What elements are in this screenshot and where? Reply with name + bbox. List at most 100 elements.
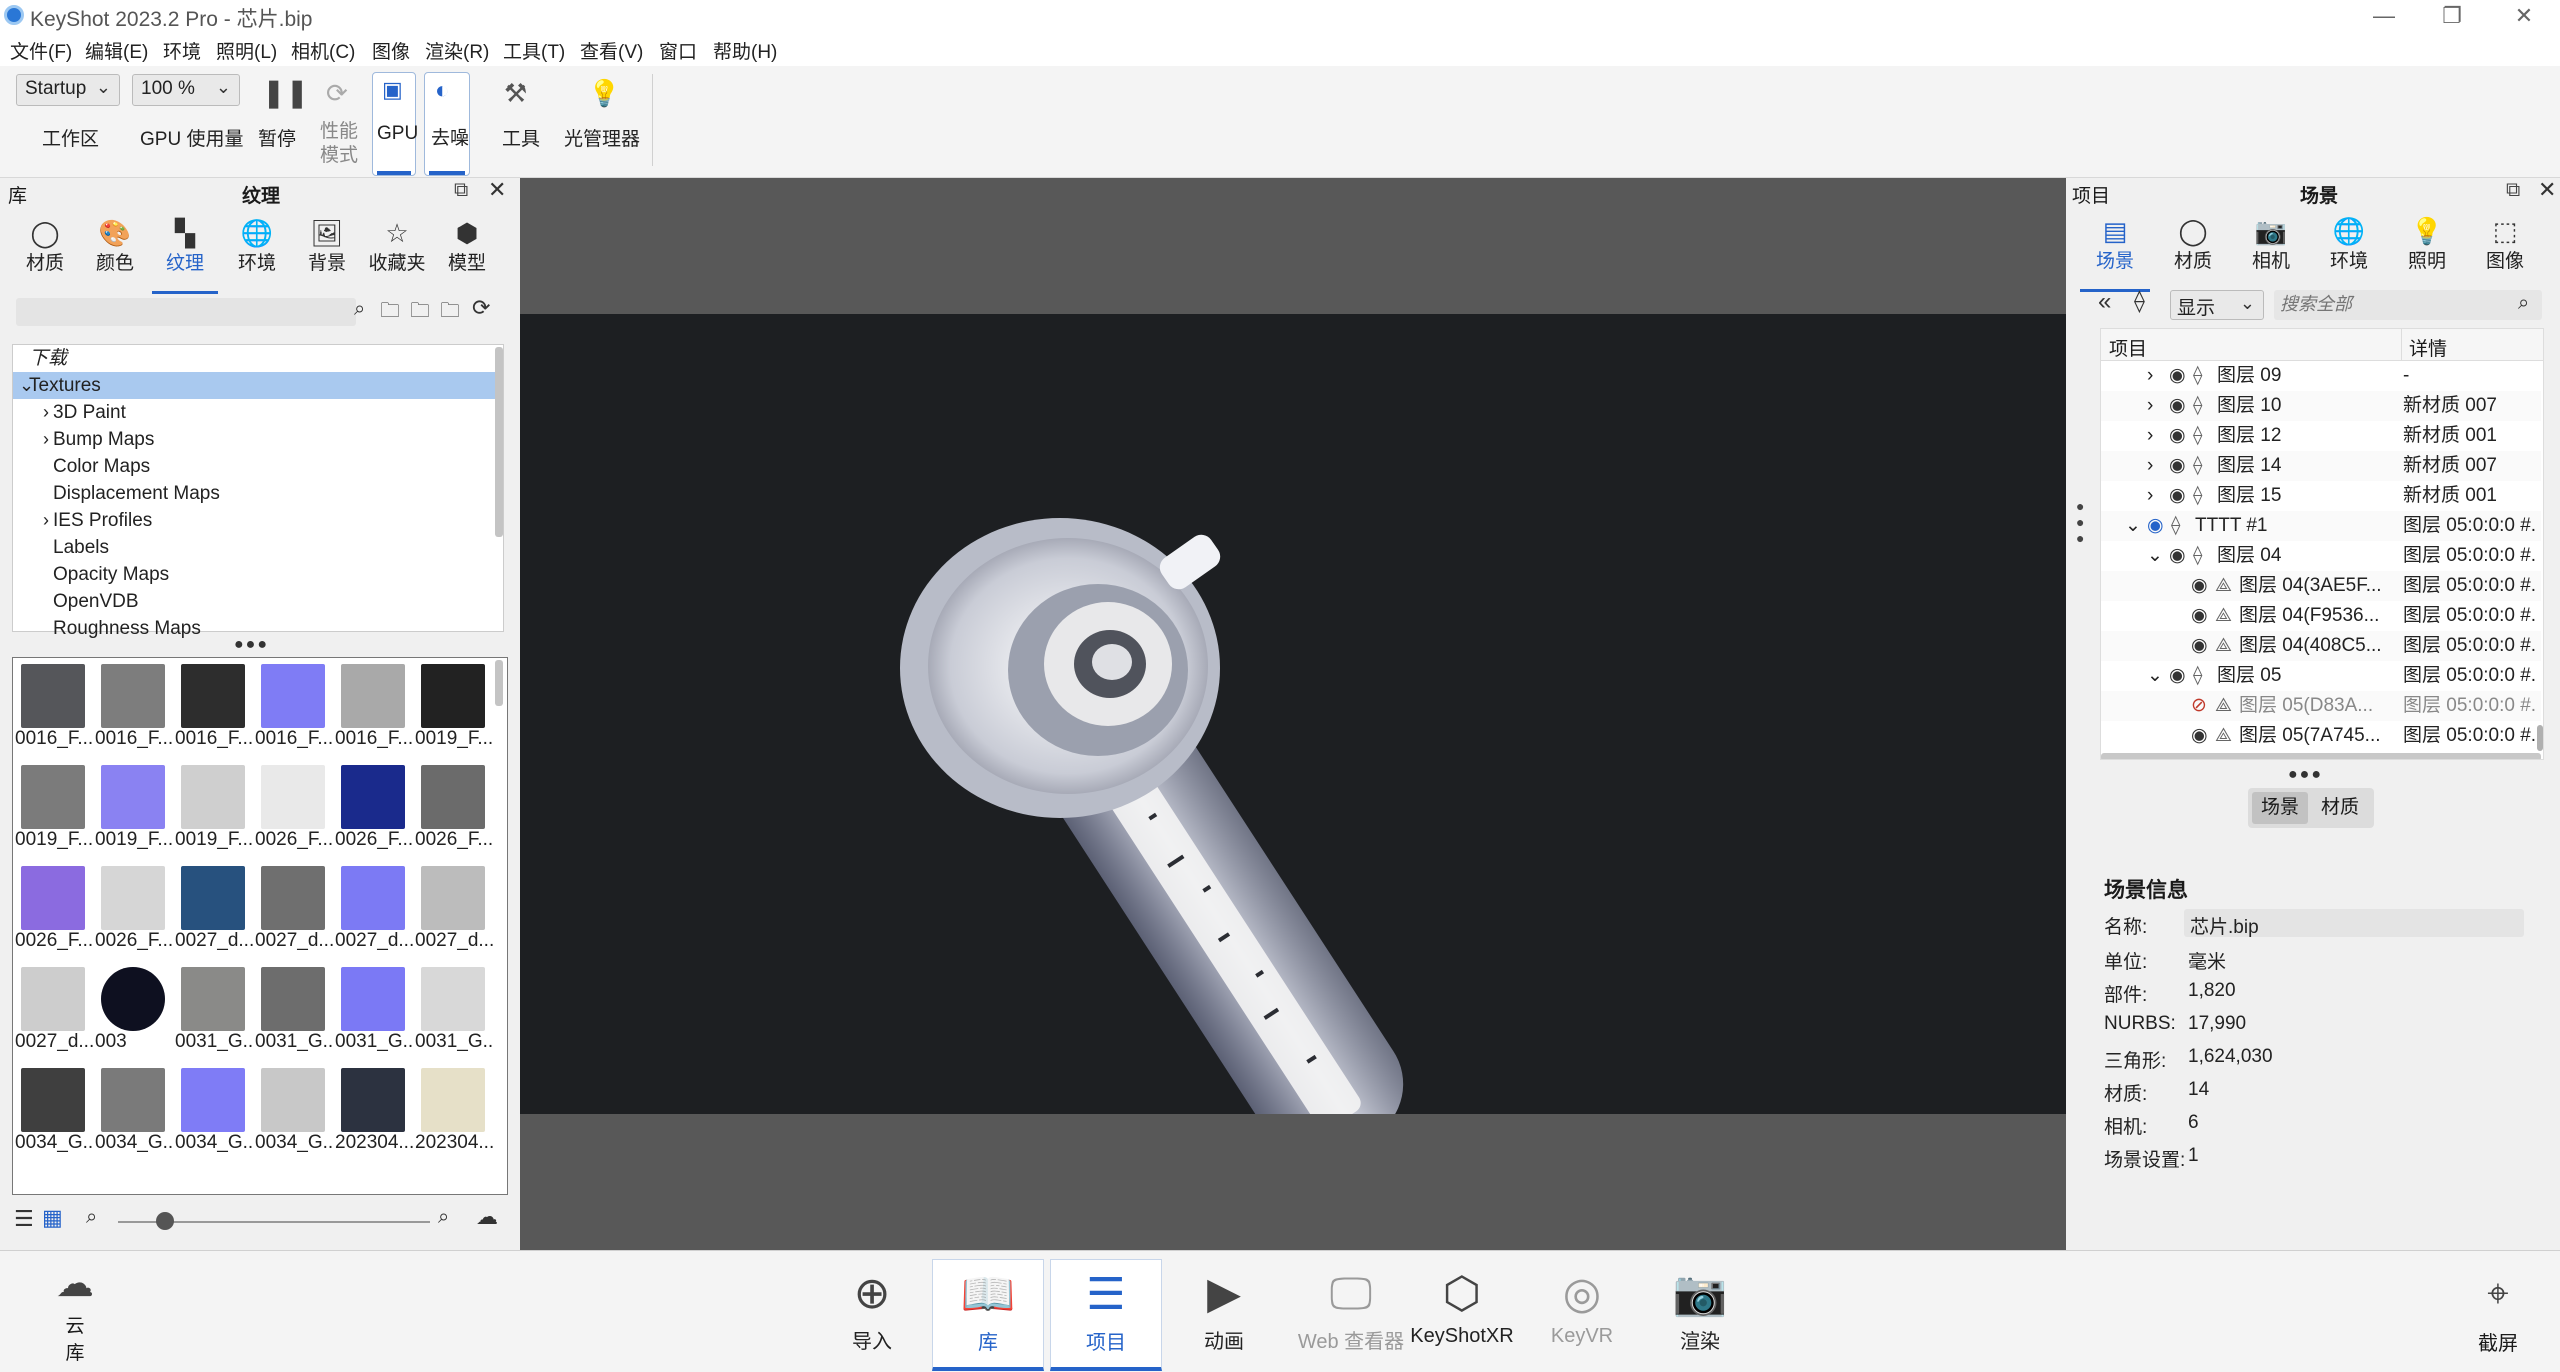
texture-thumbnail[interactable]: 0031_G... <box>335 967 415 1053</box>
texture-thumbnail[interactable]: 0031_G... <box>255 967 335 1053</box>
tools-button[interactable]: ⚒ 工具 <box>490 70 550 174</box>
eye-visible-icon[interactable]: ◉ <box>2191 721 2208 751</box>
scene-tree-row[interactable]: ⌄ ◉ ⟠ 图层 05 图层 05:0:0:0 #. <box>2101 661 2541 691</box>
menu-window[interactable]: 窗口 <box>659 37 697 64</box>
texture-thumbnail[interactable]: 0027_d... <box>255 866 335 952</box>
tab-models[interactable]: ⬢ 模型 <box>434 218 500 275</box>
texture-thumbnail[interactable]: 003 <box>95 967 175 1053</box>
texture-thumbnail[interactable]: 0026_F... <box>15 866 95 952</box>
render-viewport[interactable] <box>520 178 2066 1250</box>
chevron-right-icon[interactable]: › <box>2147 361 2153 391</box>
chevron-down-icon[interactable]: ⌄ <box>2125 511 2141 541</box>
texture-thumbnail[interactable]: 202304... <box>335 1068 415 1154</box>
workspace-select[interactable]: Startup ⌄ <box>16 74 120 106</box>
scene-vscrollbar[interactable] <box>2537 725 2543 751</box>
eye-visible-icon[interactable]: ◉ <box>2169 541 2186 571</box>
scene-tree-row[interactable]: ◉ ⟁ 图层 05(7A745... 图层 05:0:0:0 #. <box>2101 721 2541 751</box>
screenshot-button[interactable]: ⌖ 截屏 <box>2456 1261 2540 1369</box>
texture-thumbnail[interactable]: 0027_d... <box>335 866 415 952</box>
menu-help[interactable]: 帮助(H) <box>713 37 777 64</box>
chevron-right-icon[interactable]: › <box>2147 481 2153 511</box>
import-button[interactable]: ⊕ 导入 <box>816 1259 928 1371</box>
chevron-down-icon[interactable]: ⌄ <box>2147 541 2163 571</box>
eye-visible-icon[interactable]: ◉ <box>2191 601 2208 631</box>
texture-thumbnail[interactable]: 0027_d... <box>175 866 255 952</box>
folder-import-icon[interactable]: 🗀 <box>380 296 400 330</box>
tab-lighting[interactable]: 💡 照明 <box>2392 216 2462 273</box>
scene-hscrollbar[interactable] <box>2101 753 2541 759</box>
tree-item[interactable]: Displacement Maps <box>13 480 495 507</box>
tab-materials[interactable]: ◯ 材质 <box>12 218 78 275</box>
scene-tree-row[interactable]: ◉ ⟁ 图层 04(3AE5F... 图层 05:0:0:0 #. <box>2101 571 2541 601</box>
display-filter-select[interactable]: 显示 ⌄ <box>2170 290 2264 320</box>
gpu-usage-select[interactable]: 100 % ⌄ <box>132 74 240 106</box>
panel-close-icon[interactable]: ✕ <box>488 177 506 203</box>
scene-tree-row[interactable]: ◉ ⟁ 图层 04(408C5... 图层 05:0:0:0 #. <box>2101 631 2541 661</box>
tree-scrollbar[interactable] <box>495 347 503 537</box>
tree-item[interactable]: Color Maps <box>13 453 495 480</box>
eye-visible-icon[interactable]: ◉ <box>2169 391 2186 421</box>
minimize-button[interactable]: — <box>2348 0 2420 34</box>
collapse-all-icon[interactable]: « <box>2098 288 2111 316</box>
scene-tree-row[interactable]: › ◉ ⟠ 图层 09 - <box>2101 361 2541 391</box>
scene-tree-row[interactable]: ◉ ⟁ 图层 04(F9536... 图层 05:0:0:0 #. <box>2101 601 2541 631</box>
tab-colors[interactable]: 🎨 颜色 <box>82 218 148 275</box>
thumbs-scrollbar[interactable] <box>495 660 503 706</box>
chevron-right-icon[interactable]: › <box>2147 451 2153 481</box>
gpu-toggle-button[interactable]: ▣ GPU <box>372 72 418 176</box>
chevron-right-icon[interactable]: › <box>43 426 49 453</box>
chevron-right-icon[interactable]: › <box>43 507 49 534</box>
tab-textures[interactable]: ▚ 纹理 <box>152 218 218 294</box>
scene-tree-row[interactable]: ⌄ ◉ ⟠ 图层 04 图层 05:0:0:0 #. <box>2101 541 2541 571</box>
tab-favorites[interactable]: ☆ 收藏夹 <box>364 218 430 275</box>
texture-thumbnail[interactable]: 0026_F... <box>335 765 415 851</box>
tab-backplates[interactable]: 🖼 背景 <box>294 218 360 275</box>
eye-visible-icon[interactable]: ◉ <box>2147 511 2164 541</box>
eye-visible-icon[interactable]: ◉ <box>2169 361 2186 391</box>
menu-render[interactable]: 渲染(R) <box>425 37 489 64</box>
scene-tree-row[interactable]: › ◉ ⟠ 图层 14 新材质 007 <box>2101 451 2541 481</box>
texture-thumbnail[interactable]: 0016_F... <box>255 664 335 750</box>
grid-view-icon[interactable]: ▦ <box>42 1205 63 1231</box>
undock-icon[interactable]: ⧉ <box>2506 179 2520 202</box>
list-button[interactable]: ☰ 项目 <box>1050 1259 1162 1371</box>
chevron-right-icon[interactable]: › <box>2147 391 2153 421</box>
eye-visible-icon[interactable]: ◉ <box>2191 631 2208 661</box>
refresh-icon[interactable]: ⟳ <box>472 295 490 321</box>
search-icon[interactable]: ⌕ <box>354 298 365 321</box>
vr-button[interactable]: ◎ KeyVR <box>1526 1259 1638 1371</box>
panel-close-icon[interactable]: ✕ <box>2538 177 2556 203</box>
scene-tree-row[interactable]: › ◉ ⟠ 图层 15 新材质 001 <box>2101 481 2541 511</box>
texture-thumbnail[interactable]: 0016_F... <box>175 664 255 750</box>
eye-visible-icon[interactable]: ◉ <box>2191 571 2208 601</box>
tree-item[interactable]: OpenVDB <box>13 588 495 615</box>
folder-export-icon[interactable]: 🗀 <box>440 296 460 330</box>
book-button[interactable]: 📖 库 <box>932 1259 1044 1371</box>
realtime-render-view[interactable] <box>520 314 2066 1114</box>
texture-thumbnail[interactable]: 0031_G... <box>415 967 495 1053</box>
texture-thumbnail[interactable]: 0019_F... <box>175 765 255 851</box>
cloud-download-icon[interactable]: ☁ <box>476 1204 498 1230</box>
menu-lighting[interactable]: 照明(L) <box>216 37 277 64</box>
tree-item[interactable]: › 3D Paint <box>13 399 495 426</box>
texture-thumbnail[interactable]: 0016_F... <box>15 664 95 750</box>
eye-visible-icon[interactable]: ◉ <box>2169 421 2186 451</box>
tab-camera[interactable]: 📷 相机 <box>2236 216 2306 273</box>
eye-hidden-icon[interactable]: ⊘ <box>2191 691 2207 721</box>
close-button[interactable]: ✕ <box>2488 0 2560 34</box>
cube-button[interactable]: ⬡ KeyShotXR <box>1406 1259 1518 1371</box>
scene-tree-row[interactable]: ⌄ ◉ ⟠ TTTT #1 图层 05:0:0:0 #. <box>2101 511 2541 541</box>
texture-thumbnail[interactable]: 0034_G... <box>95 1068 175 1154</box>
zoom-out-icon[interactable]: ⌕ <box>86 1206 97 1229</box>
menu-file[interactable]: 文件(F) <box>10 37 72 64</box>
cloud-library-button[interactable]: ☁ 云 库 <box>40 1261 110 1369</box>
tree-item[interactable]: › IES Profiles <box>13 507 495 534</box>
tree-item[interactable]: ⌄ Textures <box>13 372 495 399</box>
texture-thumbnail[interactable]: 0026_F... <box>95 866 175 952</box>
eye-visible-icon[interactable]: ◉ <box>2169 661 2186 691</box>
library-search-input[interactable] <box>16 298 356 326</box>
splitter-handle-icon[interactable]: ●●● <box>234 636 269 654</box>
texture-thumbnail[interactable]: 0034_G... <box>255 1068 335 1154</box>
texture-thumbnail[interactable]: 0031_G... <box>175 967 255 1053</box>
texture-thumbnail[interactable]: 0019_F... <box>415 664 495 750</box>
